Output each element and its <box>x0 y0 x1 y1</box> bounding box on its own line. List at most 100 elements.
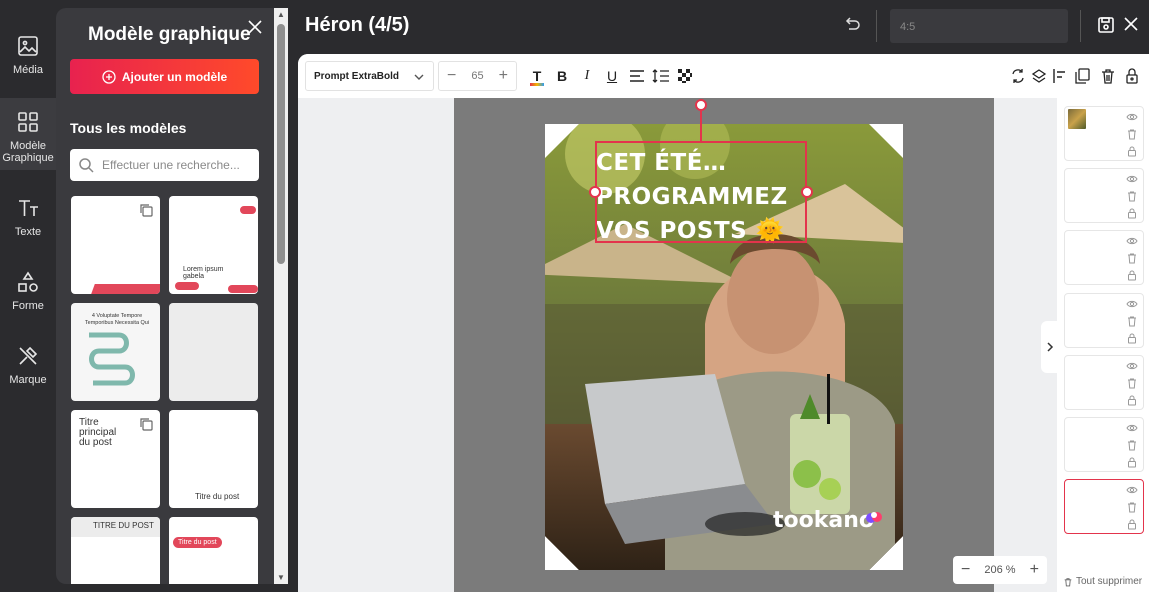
resize-handle-left[interactable] <box>589 186 601 198</box>
zoom-in-icon[interactable]: + <box>1030 561 1039 579</box>
plus-icon[interactable]: + <box>499 67 508 85</box>
transparency-icon[interactable] <box>676 67 694 85</box>
trash-icon[interactable] <box>1126 127 1138 140</box>
lock-icon[interactable] <box>1126 393 1138 406</box>
replace-icon[interactable] <box>1009 67 1027 85</box>
section-title: Tous les modèles <box>70 120 187 136</box>
trash-icon[interactable] <box>1126 438 1138 451</box>
ratio-select[interactable]: 4:5 <box>890 9 1068 43</box>
trash-icon[interactable] <box>1126 376 1138 389</box>
text-color-icon[interactable]: T <box>528 67 546 86</box>
page-card[interactable] <box>1064 479 1144 535</box>
save-icon[interactable] <box>1096 15 1116 35</box>
template-thumb-6[interactable]: Titre du post <box>169 410 258 508</box>
header-divider <box>876 10 877 42</box>
delete-all-button[interactable]: Tout supprimer <box>1063 576 1142 587</box>
line-height-icon[interactable] <box>652 67 670 85</box>
duplicate-icon[interactable] <box>1073 67 1091 85</box>
rail-item-template[interactable]: Modèle Graphique <box>0 98 56 170</box>
page-card[interactable] <box>1064 168 1144 224</box>
underline-icon[interactable]: U <box>603 67 621 85</box>
image-icon <box>18 36 38 56</box>
page-card[interactable] <box>1064 417 1144 472</box>
left-rail: Média Modèle Graphique Texte Forme Marqu… <box>0 0 56 592</box>
font-select[interactable]: Prompt ExtraBold <box>305 61 434 91</box>
chevron-down-icon <box>414 74 424 80</box>
close-icon[interactable] <box>246 18 264 36</box>
header-divider <box>1080 10 1081 42</box>
rail-item-shape[interactable]: Forme <box>0 258 56 330</box>
lock-icon[interactable] <box>1126 206 1138 219</box>
eye-icon[interactable] <box>1126 110 1138 122</box>
delete-all-label: Tout supprimer <box>1076 576 1143 587</box>
eye-icon[interactable] <box>1126 483 1138 495</box>
thumb-2-line1: Lorem ipsum <box>183 266 224 273</box>
pages-panel: Tout supprimer <box>1057 98 1149 592</box>
scroll-down-icon[interactable]: ▼ <box>275 573 287 583</box>
trash-icon[interactable] <box>1126 251 1138 264</box>
trash-icon[interactable] <box>1126 314 1138 327</box>
thumb-8-title: Titre du post <box>173 537 222 548</box>
rail-item-media[interactable]: Média <box>0 22 56 94</box>
lock-icon[interactable] <box>1126 331 1138 344</box>
rail-label-shape: Forme <box>12 300 44 312</box>
page-card[interactable] <box>1064 106 1144 161</box>
page-card[interactable] <box>1064 354 1144 410</box>
add-template-button[interactable]: Ajouter un modèle <box>70 59 259 94</box>
template-thumb-1[interactable] <box>71 196 160 294</box>
template-thumb-3[interactable]: 4 Voluptate Tempore Temporibus Necessita… <box>71 303 160 401</box>
brand-icon <box>19 346 38 365</box>
page-card[interactable] <box>1064 292 1144 348</box>
undo-icon[interactable] <box>842 15 862 35</box>
timeline-graphic <box>89 332 135 386</box>
zoom-out-icon[interactable]: − <box>961 561 970 579</box>
eye-icon[interactable] <box>1126 359 1138 371</box>
lock-icon[interactable] <box>1126 144 1138 157</box>
lock-icon[interactable] <box>1126 517 1138 530</box>
minus-icon[interactable]: − <box>447 67 456 85</box>
align-left-icon[interactable] <box>1051 67 1069 85</box>
rail-item-brand[interactable]: Marque <box>0 332 56 404</box>
scroll-up-icon[interactable]: ▲ <box>275 10 287 20</box>
trash-icon[interactable] <box>1099 67 1117 85</box>
text-selection-box[interactable] <box>595 141 807 243</box>
close-editor-icon[interactable] <box>1122 15 1140 33</box>
eye-icon[interactable] <box>1126 297 1138 309</box>
eye-icon[interactable] <box>1126 234 1138 246</box>
rotate-handle[interactable] <box>695 99 707 111</box>
rotate-handle-line <box>700 111 702 141</box>
template-thumb-5[interactable]: Titre principal du post <box>71 410 160 508</box>
rail-item-text[interactable]: Texte <box>0 184 56 256</box>
zoom-value: 206 % <box>984 564 1016 576</box>
template-thumb-2[interactable]: Lorem ipsum gabela <box>169 196 258 294</box>
italic-icon[interactable]: I <box>578 67 596 85</box>
copy-icon[interactable] <box>138 416 154 432</box>
template-thumb-7[interactable]: TITRE DU POST <box>71 517 160 584</box>
font-size-stepper[interactable]: − 65 + <box>438 61 517 91</box>
lock-icon[interactable] <box>1123 67 1141 85</box>
copy-icon[interactable] <box>138 202 154 218</box>
page-card[interactable] <box>1064 230 1144 286</box>
font-name: Prompt ExtraBold <box>314 70 400 82</box>
resize-handle-right[interactable] <box>801 186 813 198</box>
bold-icon[interactable]: B <box>553 67 571 85</box>
lock-icon[interactable] <box>1126 268 1138 281</box>
plus-circle-icon <box>102 69 116 84</box>
template-thumb-8[interactable]: Titre du post <box>169 517 258 584</box>
align-icon[interactable] <box>628 67 646 85</box>
zoom-control: − 206 % + <box>953 556 1047 584</box>
shapes-icon <box>18 271 38 292</box>
font-size-value[interactable]: 65 <box>471 70 483 82</box>
panel-title: Modèle graphique <box>88 24 251 45</box>
trash-icon[interactable] <box>1126 500 1138 513</box>
search-input[interactable] <box>102 158 252 172</box>
trash-icon[interactable] <box>1126 189 1138 202</box>
eye-icon[interactable] <box>1126 421 1138 433</box>
panel-scroll-thumb[interactable] <box>277 24 285 264</box>
text-toolbar: Prompt ExtraBold − 65 + T B I U <box>298 54 1149 98</box>
layers-icon[interactable] <box>1030 67 1048 85</box>
lock-icon[interactable] <box>1126 455 1138 468</box>
template-thumb-4[interactable] <box>169 303 258 401</box>
templates-panel: Modèle graphique Ajouter un modèle Tous … <box>56 8 288 584</box>
eye-icon[interactable] <box>1126 172 1138 184</box>
